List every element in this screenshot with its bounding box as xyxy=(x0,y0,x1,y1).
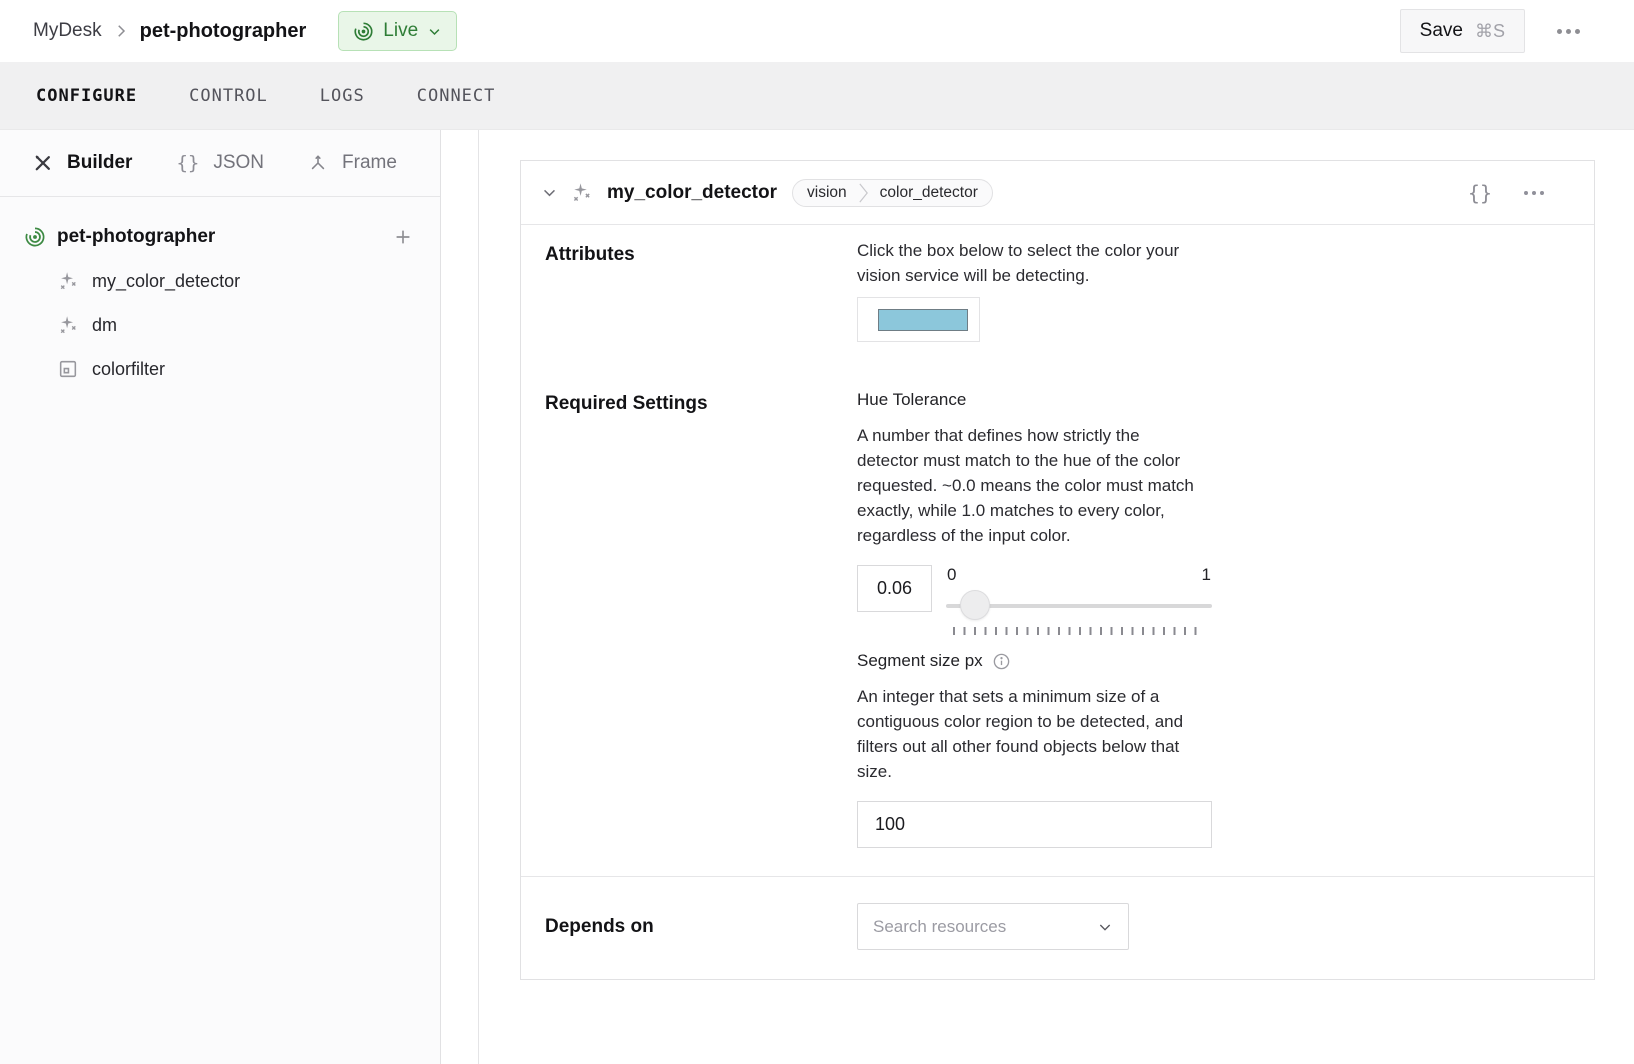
tree-item-colorfilter[interactable]: colorfilter xyxy=(0,347,440,391)
config-view-switcher: Builder {} JSON Frame xyxy=(0,130,440,197)
sparkle-service-icon xyxy=(57,270,79,292)
depends-on-select[interactable]: Search resources xyxy=(857,903,1129,950)
slider-tick-marks xyxy=(953,627,1205,635)
card-header: my_color_detector vision color_detector … xyxy=(521,161,1594,225)
save-button[interactable]: Save ⌘S xyxy=(1400,9,1525,53)
tree-item-label: dm xyxy=(92,315,117,336)
hue-tolerance-control: 0 1 xyxy=(857,565,1212,635)
segment-size-input[interactable] xyxy=(857,801,1212,848)
breadcrumb: MyDesk pet-photographer xyxy=(33,20,306,43)
tree-item-label: colorfilter xyxy=(92,359,165,380)
sparkle-service-icon xyxy=(57,314,79,336)
color-picker-box[interactable] xyxy=(857,297,980,342)
breadcrumb-machine-name: pet-photographer xyxy=(140,20,307,43)
config-sidebar: Builder {} JSON Frame xyxy=(0,130,441,1064)
view-json-label: JSON xyxy=(213,152,264,174)
broadcast-icon xyxy=(353,21,374,42)
app-root: MyDesk pet-photographer Live Save xyxy=(0,0,1634,1064)
tools-icon xyxy=(33,153,53,173)
pill-model: color_detector xyxy=(880,184,978,202)
collapse-chevron-icon[interactable] xyxy=(541,184,558,201)
tab-configure[interactable]: CONFIGURE xyxy=(36,86,137,106)
view-frame-label: Frame xyxy=(342,152,397,174)
tree-root-machine[interactable]: pet-photographer xyxy=(0,215,440,259)
hue-tolerance-description: A number that defines how strictly the d… xyxy=(857,423,1202,548)
depends-on-placeholder: Search resources xyxy=(873,917,1006,937)
hue-tolerance-slider: 0 1 xyxy=(946,565,1212,635)
tab-logs[interactable]: LOGS xyxy=(320,86,365,106)
view-builder-label: Builder xyxy=(67,152,132,174)
slider-thumb[interactable] xyxy=(960,590,990,620)
hue-tolerance-input[interactable] xyxy=(857,565,932,612)
attributes-heading: Attributes xyxy=(545,244,857,266)
tree-connector-line xyxy=(478,130,479,1064)
card-header-actions: {} xyxy=(1468,181,1546,205)
top-header: MyDesk pet-photographer Live Save xyxy=(0,0,1634,62)
header-actions: Save ⌘S xyxy=(1400,9,1582,53)
required-settings-heading: Required Settings xyxy=(545,393,857,415)
color-swatch[interactable] xyxy=(878,309,968,331)
depends-on-section: Depends on Search resources xyxy=(521,876,1594,979)
tree-item-label: my_color_detector xyxy=(92,271,240,292)
chevron-down-icon xyxy=(427,24,442,39)
builder-canvas: my_color_detector vision color_detector … xyxy=(441,130,1634,1064)
view-json[interactable]: {} JSON xyxy=(176,152,264,174)
chevron-right-icon xyxy=(857,182,870,204)
breadcrumb-org[interactable]: MyDesk xyxy=(33,20,102,42)
frame-axes-icon xyxy=(308,153,328,173)
hue-tolerance-label: Hue Tolerance xyxy=(857,390,1212,410)
card-title: my_color_detector xyxy=(607,182,777,204)
live-label: Live xyxy=(383,20,418,42)
slider-track[interactable] xyxy=(946,589,1212,621)
module-icon xyxy=(57,358,79,380)
view-frame[interactable]: Frame xyxy=(308,152,397,174)
resource-type-pill: vision color_detector xyxy=(792,179,993,207)
segment-size-description: An integer that sets a minimum size of a… xyxy=(857,684,1212,784)
tree-item-dm[interactable]: dm xyxy=(0,303,440,347)
save-shortcut: ⌘S xyxy=(1475,21,1505,42)
machine-broadcast-icon xyxy=(24,226,46,248)
tree-root-label: pet-photographer xyxy=(57,226,215,248)
machine-tab-bar: CONFIGURE CONTROL LOGS CONNECT xyxy=(0,62,1634,130)
tree-item-my-color-detector[interactable]: my_color_detector xyxy=(0,259,440,303)
slider-max-label: 1 xyxy=(1202,565,1211,585)
card-overflow-menu-button[interactable] xyxy=(1522,185,1546,201)
attributes-section: Attributes Click the box below to select… xyxy=(521,225,1594,390)
braces-icon: {} xyxy=(176,152,199,174)
required-settings-section: Required Settings Hue Tolerance A number… xyxy=(521,390,1594,876)
sparkle-service-icon xyxy=(570,181,593,204)
chevron-down-icon xyxy=(1097,919,1113,935)
header-overflow-menu-button[interactable] xyxy=(1555,23,1582,40)
slider-min-label: 0 xyxy=(947,565,956,585)
view-builder[interactable]: Builder xyxy=(33,152,132,174)
tab-control[interactable]: CONTROL xyxy=(189,86,268,106)
segment-size-label: Segment size px xyxy=(857,651,983,671)
pill-type: vision xyxy=(807,184,847,202)
resource-card-my-color-detector: my_color_detector vision color_detector … xyxy=(520,160,1595,980)
add-resource-button[interactable] xyxy=(392,226,414,248)
resource-tree: pet-photographer my_color_detector xyxy=(0,197,440,391)
info-icon[interactable] xyxy=(992,652,1011,671)
save-label: Save xyxy=(1420,20,1463,42)
live-status-dropdown[interactable]: Live xyxy=(338,11,457,51)
depends-on-heading: Depends on xyxy=(545,916,857,938)
tab-connect[interactable]: CONNECT xyxy=(417,86,496,106)
edit-json-button[interactable]: {} xyxy=(1468,181,1492,205)
chevron-right-icon xyxy=(112,22,130,40)
attributes-description: Click the box below to select the color … xyxy=(857,238,1202,288)
